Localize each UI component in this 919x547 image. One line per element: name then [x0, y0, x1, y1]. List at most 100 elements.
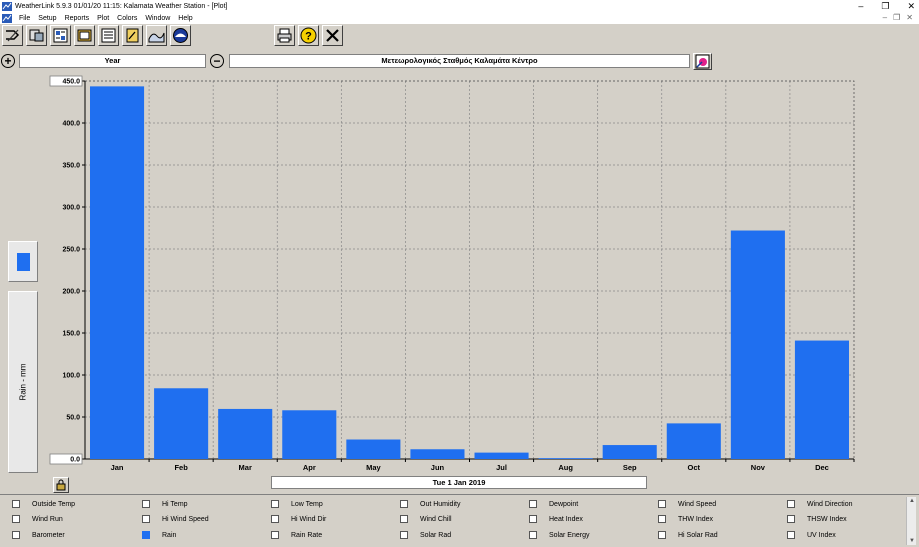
checkbox-wind-direction[interactable]: Wind Direction	[787, 498, 853, 510]
checkbox-thsw-index[interactable]: THSW Index	[787, 513, 847, 525]
checkbox-box[interactable]	[142, 500, 150, 508]
zoom-in-button[interactable]: +	[1, 54, 15, 68]
checkbox-box[interactable]	[529, 515, 537, 523]
date-field[interactable]: Tue 1 Jan 2019	[271, 476, 647, 489]
checkbox-label: Outside Temp	[32, 500, 76, 508]
document-icon[interactable]	[2, 13, 12, 23]
scroll-down-icon[interactable]: ▼	[907, 537, 917, 545]
color-picker-icon	[695, 54, 710, 69]
checkbox-heat-index[interactable]: Heat Index	[529, 513, 583, 525]
connect-button[interactable]	[2, 25, 23, 46]
checkbox-box[interactable]	[529, 531, 537, 539]
checkbox-label: Hi Wind Speed	[162, 515, 209, 523]
checkbox-barometer[interactable]: Barometer	[12, 529, 65, 541]
checkbox-box[interactable]	[529, 500, 537, 508]
checkbox-label: Wind Speed	[678, 500, 717, 508]
checkbox-box[interactable]	[12, 500, 20, 508]
checkbox-box[interactable]	[658, 500, 666, 508]
checkbox-label: Dewpoint	[549, 500, 579, 508]
menu-file[interactable]: File	[15, 15, 34, 22]
checkbox-dewpoint[interactable]: Dewpoint	[529, 498, 578, 510]
checkbox-low-temp[interactable]: Low Temp	[271, 498, 323, 510]
checkbox-box[interactable]	[271, 531, 279, 539]
checkbox-box[interactable]	[658, 515, 666, 523]
checkbox-box[interactable]	[400, 531, 408, 539]
bar-mar	[218, 408, 273, 459]
checkbox-solar-rad[interactable]: Solar Rad	[400, 529, 451, 541]
checkbox-box[interactable]	[787, 531, 795, 539]
checkbox-box[interactable]	[142, 531, 150, 539]
checkbox-hi-solar-rad[interactable]: Hi Solar Rad	[658, 529, 718, 541]
panel-scrollbar[interactable]: ▲ ▼	[906, 497, 916, 545]
menu-window[interactable]: Window	[141, 15, 174, 22]
station-name-field[interactable]: Μετεωρολογικός Σταθμός Καλαμάτα Κέντρο	[229, 54, 690, 68]
connect-icon	[6, 29, 20, 42]
checkbox-box[interactable]	[271, 500, 279, 508]
checkbox-uv-index[interactable]: UV Index	[787, 529, 836, 541]
close-window-button[interactable]: ✕	[907, 0, 915, 12]
checkbox-box[interactable]	[658, 531, 666, 539]
checkbox-box[interactable]	[142, 515, 150, 523]
checkbox-box[interactable]	[400, 515, 408, 523]
zoom-out-button[interactable]: −	[210, 54, 224, 68]
checkbox-hi-temp[interactable]: Hi Temp	[142, 498, 188, 510]
checkbox-wind-chill[interactable]: Wind Chill	[400, 513, 452, 525]
scroll-up-icon[interactable]: ▲	[907, 497, 917, 505]
menu-reports[interactable]: Reports	[61, 15, 94, 22]
plot-icon	[148, 32, 165, 43]
mdi-restore-button[interactable]: ❐	[893, 12, 900, 24]
checkbox-hi-wind-dir[interactable]: Hi Wind Dir	[271, 513, 326, 525]
minimize-button[interactable]: –	[858, 0, 863, 12]
period-field[interactable]: Year	[19, 54, 206, 68]
title-bar: WeatherLink 5.9.3 01/01/20 11:15: Kalama…	[0, 0, 919, 12]
checkbox-box[interactable]	[271, 515, 279, 523]
menu-help[interactable]: Help	[174, 15, 196, 22]
notes-button[interactable]	[122, 25, 143, 46]
checkbox-label: Hi Temp	[162, 500, 188, 508]
checkbox-rain-rate[interactable]: Rain Rate	[271, 529, 322, 541]
browse-button[interactable]	[98, 25, 119, 46]
checkbox-wind-speed[interactable]: Wind Speed	[658, 498, 716, 510]
lock-scale-button[interactable]	[53, 477, 69, 493]
menu-plot[interactable]: Plot	[93, 15, 113, 22]
checkbox-thw-index[interactable]: THW Index	[658, 513, 713, 525]
checkbox-outside-temp[interactable]: Outside Temp	[12, 498, 75, 510]
legend-box[interactable]	[8, 241, 38, 282]
selector-bar: + Year − Μετεωρολογικός Σταθμός Καλαμάτα…	[0, 52, 919, 72]
restore-button[interactable]: ❐	[881, 0, 889, 12]
mdi-minimize-button[interactable]: –	[883, 12, 887, 24]
checkbox-box[interactable]	[787, 500, 795, 508]
summary-button[interactable]	[50, 25, 71, 46]
checkbox-label: Heat Index	[549, 515, 583, 523]
checkbox-rain[interactable]: Rain	[142, 529, 176, 541]
close-plot-button[interactable]	[322, 25, 343, 46]
checkbox-hi-wind-speed[interactable]: Hi Wind Speed	[142, 513, 209, 525]
checkbox-box[interactable]	[400, 500, 408, 508]
monitor-button[interactable]	[74, 25, 95, 46]
x-tick-label-nov: Nov	[751, 463, 766, 472]
print-button[interactable]	[274, 25, 295, 46]
checkbox-wind-run[interactable]: Wind Run	[12, 513, 63, 525]
checkbox-box[interactable]	[787, 515, 795, 523]
checkbox-out-humidity[interactable]: Out Humidity	[400, 498, 460, 510]
checkbox-label: Hi Wind Dir	[291, 515, 327, 523]
y-axis-label-box[interactable]: Rain - mm	[8, 291, 38, 473]
checkbox-box[interactable]	[12, 531, 20, 539]
data-type-panel: Outside Temp Hi Temp Low Temp Out Humidity D…	[0, 494, 919, 547]
checkbox-label: Rain Rate	[291, 531, 323, 539]
mdi-close-button[interactable]: ✕	[906, 12, 913, 24]
y-axis-label: Rain - mm	[18, 363, 28, 401]
checkbox-solar-energy[interactable]: Solar Energy	[529, 529, 589, 541]
noaa-icon	[173, 28, 188, 43]
bar-nov	[730, 230, 785, 459]
y-tick-label: 400.0	[62, 121, 80, 128]
help-button[interactable]: ?	[298, 25, 319, 46]
plot-button[interactable]	[146, 25, 167, 46]
bar-oct	[666, 423, 721, 459]
walk-button[interactable]	[26, 25, 47, 46]
color-settings-button[interactable]	[693, 53, 712, 70]
checkbox-box[interactable]	[12, 515, 20, 523]
menu-setup[interactable]: Setup	[34, 15, 60, 22]
noaa-button[interactable]	[170, 25, 191, 46]
menu-colors[interactable]: Colors	[113, 15, 141, 22]
